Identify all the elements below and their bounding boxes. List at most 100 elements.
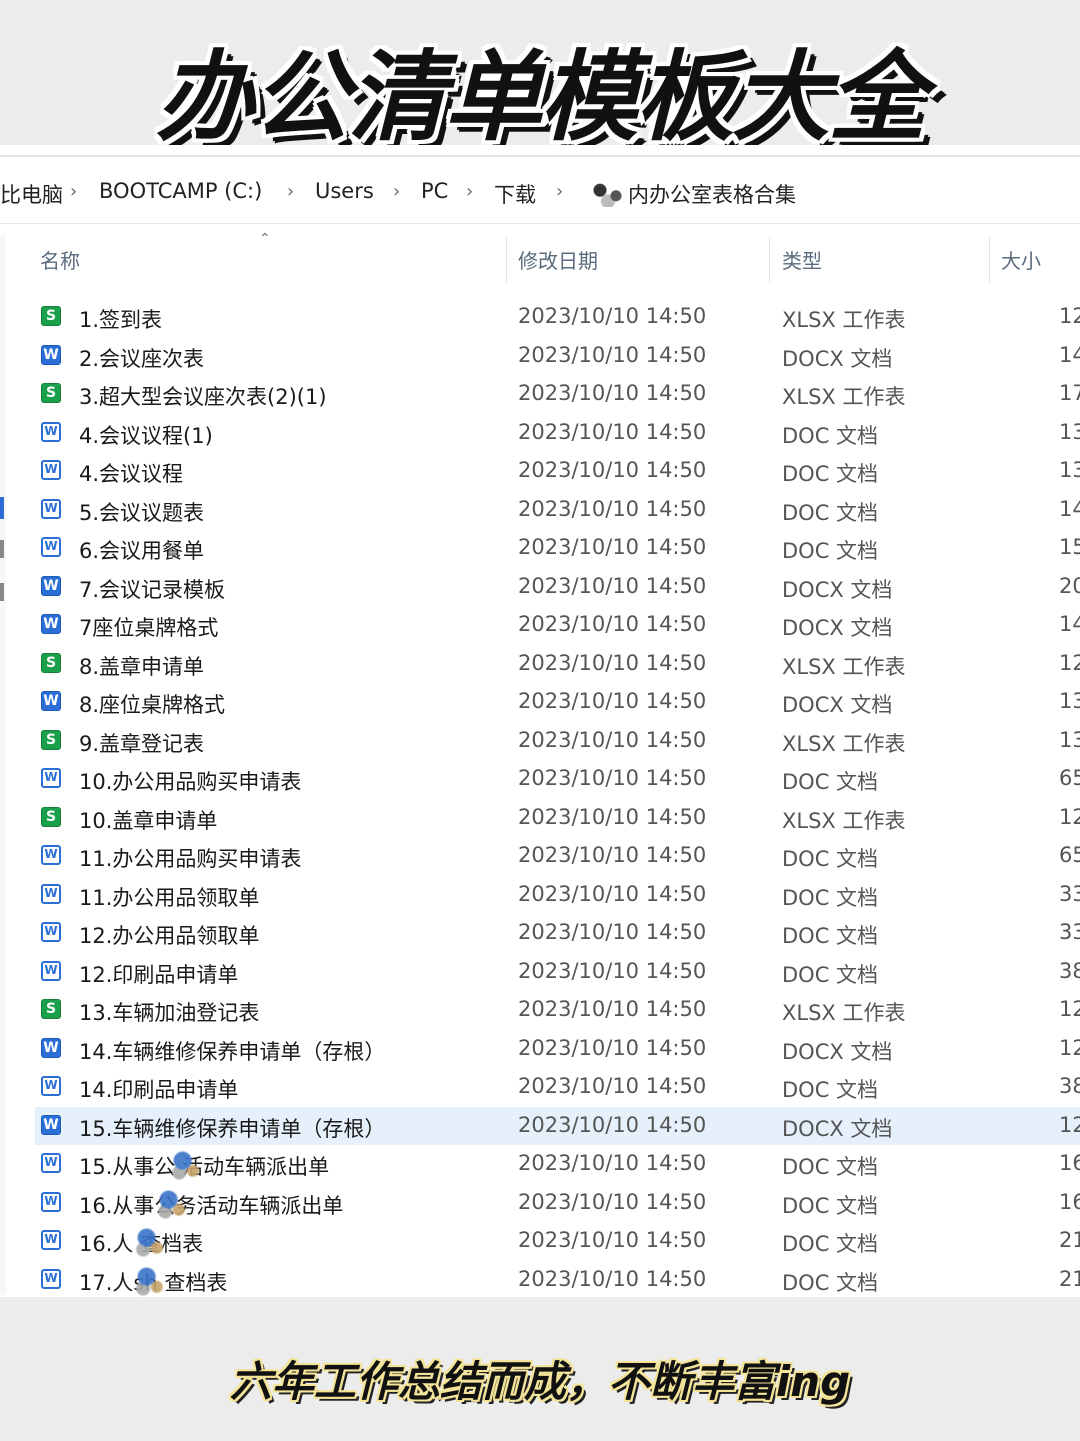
file-row[interactable]: W 5.会议议题表 2023/10/10 14:50 DOC 文档 14 (35, 491, 1080, 529)
xlsx-icon: S (41, 729, 61, 750)
file-row[interactable]: W 4.会议议程(1) 2023/10/10 14:50 DOC 文档 13 (35, 414, 1080, 452)
file-row[interactable]: W 14.印刷品申请单 2023/10/10 14:50 DOC 文档 38 (35, 1068, 1080, 1106)
blur-mask (133, 1262, 167, 1297)
breadcrumb-item-this-pc[interactable]: 比电脑 (0, 179, 63, 209)
file-size: 15 (1059, 535, 1080, 559)
breadcrumb-item-downloads[interactable]: 下载 (494, 179, 536, 209)
file-size: 12 (1059, 650, 1080, 675)
file-name: 16.从事公务活动车辆派出单 (79, 1193, 344, 1218)
file-size: 33 (1059, 881, 1080, 906)
file-row[interactable]: W 15.车辆维修保养申请单（存根） 2023/10/10 14:50 DOCX 文档… (35, 1106, 1080, 1145)
file-row[interactable]: S 13.车辆加油登记表 2023/10/10 14:50 XLSX 工作表 12 (35, 991, 1080, 1029)
chevron-right-icon[interactable]: › (556, 181, 563, 202)
file-row[interactable]: W 16.人 查档表 2023/10/10 14:50 DOC 文档 21 (35, 1222, 1080, 1260)
chevron-right-icon[interactable]: › (466, 181, 473, 202)
file-type: DOCX 文档 (782, 693, 893, 717)
file-type: XLSX 工作表 (782, 654, 906, 679)
file-row[interactable]: W 11.办公用品领取单 2023/10/10 14:50 DOC 文档 33 (35, 876, 1080, 914)
file-row[interactable]: W 2.会议座次表 2023/10/10 14:50 DOCX 文档 14 (35, 337, 1080, 375)
file-size: 13 (1059, 419, 1080, 444)
file-row[interactable]: W 7座位桌牌格式 2023/10/10 14:50 DOCX 文档 14 (35, 606, 1080, 644)
file-size: 21 (1059, 1266, 1080, 1291)
file-type: DOCX 文档 (782, 616, 893, 640)
file-name: 2.会议座次表 (79, 346, 205, 371)
file-date: 2023/10/10 14:50 (518, 650, 707, 675)
nav-pane-marker (0, 583, 4, 601)
file-row[interactable]: S 10.盖章申请单 2023/10/10 14:50 XLSX 工作表 12 (35, 799, 1080, 837)
breadcrumb-item-pc[interactable]: PC (421, 179, 448, 203)
file-size: 33 (1059, 920, 1080, 944)
file-date: 2023/10/10 14:50 (518, 920, 707, 944)
doc-icon: W (41, 1230, 61, 1250)
file-row[interactable]: S 9.盖章登记表 2023/10/10 14:50 XLSX 工作表 13 (35, 722, 1080, 760)
blur-mask (155, 1185, 189, 1220)
file-size: 65 (1059, 766, 1080, 790)
chevron-right-icon[interactable]: › (70, 181, 77, 202)
file-size: 12 (1059, 997, 1080, 1021)
file-name: 3.超大型会议座次表(2)(1) (79, 385, 327, 409)
column-divider[interactable] (506, 237, 507, 283)
column-divider[interactable] (769, 237, 770, 283)
file-date: 2023/10/10 14:50 (518, 1112, 707, 1137)
file-type: DOC 文档 (782, 770, 879, 794)
file-date: 2023/10/10 14:50 (518, 958, 707, 983)
file-size: 13 (1059, 727, 1080, 752)
file-explorer-window: 比电脑 › BOOTCAMP (C:) › Users › PC › 下载 › … (0, 145, 1080, 1297)
file-row[interactable]: W 11.办公用品购买申请表 2023/10/10 14:50 DOC 文档 65 (35, 837, 1080, 875)
doc-icon: W (41, 498, 61, 519)
column-header-size[interactable]: 大小 (1001, 245, 1041, 274)
breadcrumb-item-drive[interactable]: BOOTCAMP (C:) (99, 179, 262, 203)
file-row[interactable]: W 7.会议记录模板 2023/10/10 14:50 DOCX 文档 204 (35, 568, 1080, 606)
file-type: DOC 文档 (782, 847, 879, 871)
breadcrumb-item-users[interactable]: Users (315, 179, 374, 203)
file-size: 38 (1059, 1074, 1080, 1098)
file-type: DOC 文档 (782, 423, 879, 448)
file-row[interactable]: W 17.人sh 查档表 2023/10/10 14:50 DOC 文档 21 (35, 1261, 1080, 1298)
file-name: 11.办公用品购买申请表 (79, 847, 302, 871)
blur-mask (133, 1224, 167, 1258)
column-header-date[interactable]: 修改日期 (518, 245, 598, 274)
file-size: 38 (1059, 958, 1080, 983)
file-name: 12.办公用品领取单 (79, 924, 260, 948)
file-row[interactable]: W 6.会议用餐单 2023/10/10 14:50 DOC 文档 15 (35, 529, 1080, 567)
file-row[interactable]: S 3.超大型会议座次表(2)(1) 2023/10/10 14:50 XLSX 工作… (35, 375, 1080, 413)
file-type: XLSX 工作表 (782, 385, 906, 409)
file-size: 12 (1059, 1112, 1080, 1137)
doc-icon: W (41, 460, 61, 480)
column-header-name[interactable]: 名称 (40, 245, 80, 274)
file-size: 14 (1059, 496, 1080, 521)
file-name: 14.车辆维修保养申请单（存根） (79, 1039, 386, 1064)
file-type: DOC 文档 (782, 500, 879, 525)
file-row[interactable]: W 8.座位桌牌格式 2023/10/10 14:50 DOCX 文档 13 (35, 683, 1080, 721)
file-row[interactable]: W 12.印刷品申请单 2023/10/10 14:50 DOC 文档 38 (35, 953, 1080, 991)
xlsx-icon: S (41, 306, 61, 326)
file-size: 204 (1059, 573, 1080, 598)
breadcrumb-item-folder[interactable]: 内办公室表格合集 (628, 179, 796, 209)
doc-icon: W (41, 883, 61, 904)
file-row[interactable]: S 1.签到表 2023/10/10 14:50 XLSX 工作表 12 (35, 298, 1080, 336)
doc-icon: W (41, 1191, 61, 1212)
file-name: 13.车辆加油登记表 (79, 1001, 260, 1025)
file-row[interactable]: W 4.会议议程 2023/10/10 14:50 DOC 文档 13 (35, 452, 1080, 490)
chevron-right-icon[interactable]: › (287, 181, 294, 202)
file-row[interactable]: W 12.办公用品领取单 2023/10/10 14:50 DOC 文档 33 (35, 914, 1080, 952)
doc-icon: W (41, 421, 61, 442)
file-type: DOCX 文档 (782, 1039, 893, 1064)
file-row[interactable]: W 10.办公用品购买申请表 2023/10/10 14:50 DOC 文档 65 (35, 760, 1080, 798)
file-name: 15.车辆维修保养申请单（存根） (79, 1116, 386, 1141)
file-size: 65 (1059, 843, 1080, 867)
file-row[interactable]: S 8.盖章申请单 2023/10/10 14:50 XLSX 工作表 12 (35, 645, 1080, 683)
column-header-type[interactable]: 类型 (782, 245, 822, 274)
file-date: 2023/10/10 14:50 (518, 573, 707, 598)
xlsx-icon: S (41, 999, 61, 1019)
chevron-right-icon[interactable]: › (393, 181, 400, 202)
file-type: DOC 文档 (782, 1078, 879, 1102)
file-row[interactable]: W 16.从事公务活动车辆派出单 2023/10/10 14:50 DOC 文档 16 (35, 1184, 1080, 1222)
file-row[interactable]: W 15.从事公 活动车辆派出单 2023/10/10 14:50 DOC 文档 16 (35, 1145, 1080, 1183)
nav-pane-marker (0, 540, 4, 558)
column-divider[interactable] (989, 237, 990, 283)
file-date: 2023/10/10 14:50 (518, 804, 707, 829)
file-name: 4.会议议程(1) (79, 423, 213, 448)
file-row[interactable]: W 14.车辆维修保养申请单（存根） 2023/10/10 14:50 DOCX 文档… (35, 1030, 1080, 1068)
file-type: DOC 文档 (782, 1155, 879, 1179)
